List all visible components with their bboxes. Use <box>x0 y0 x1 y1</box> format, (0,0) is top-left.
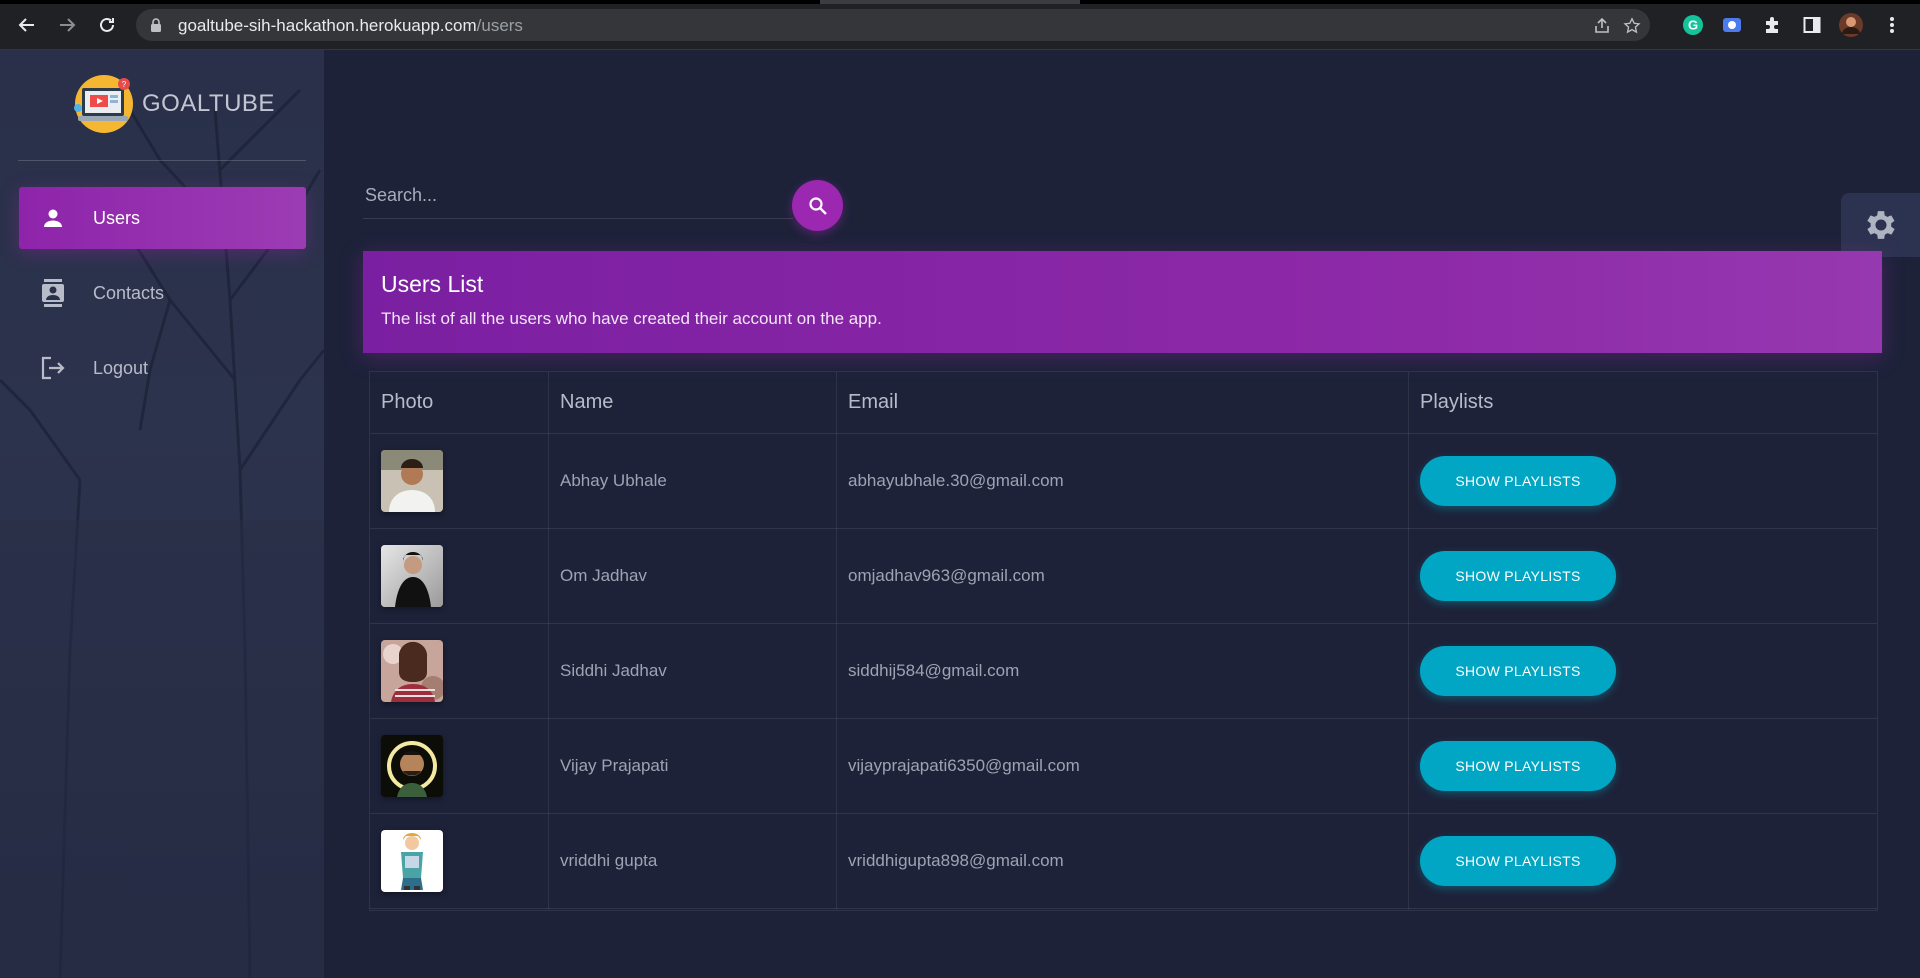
sidebar-divider <box>18 160 306 161</box>
sidebar: ? GOALTUBE Users Contacts Logout <box>0 50 324 978</box>
goaltube-logo-icon: ? <box>74 75 133 133</box>
user-name: Siddhi Jadhav <box>548 623 837 719</box>
person-icon <box>39 204 67 232</box>
show-playlists-button[interactable]: SHOW PLAYLISTS <box>1420 836 1616 886</box>
user-email: vijayprajapati6350@gmail.com <box>836 718 1409 814</box>
search-icon <box>808 196 827 215</box>
avatar <box>381 735 443 797</box>
sidebar-item-label: Contacts <box>93 282 165 303</box>
column-header-playlists: Playlists <box>1408 372 1877 434</box>
sidebar-item-users[interactable]: Users <box>19 187 306 249</box>
search-button[interactable] <box>792 180 843 231</box>
table-row: Abhay Ubhale abhayubhale.30@gmail.com SH… <box>370 433 1877 529</box>
avatar <box>381 545 443 607</box>
user-email: siddhij584@gmail.com <box>836 623 1409 719</box>
share-icon[interactable] <box>1592 16 1612 36</box>
search-field <box>363 172 793 219</box>
user-name: Om Jadhav <box>548 528 837 624</box>
user-email: abhayubhale.30@gmail.com <box>836 433 1409 529</box>
avatar <box>381 830 443 892</box>
show-playlists-button[interactable]: SHOW PLAYLISTS <box>1420 456 1616 506</box>
column-header-name: Name <box>548 372 837 434</box>
contacts-icon <box>39 279 67 307</box>
table-row: Vijay Prajapati vijayprajapati6350@gmail… <box>370 718 1877 814</box>
address-bar[interactable]: goaltube-sih-hackathon.herokuapp.com/use… <box>136 9 1650 41</box>
show-playlists-button[interactable]: SHOW PLAYLISTS <box>1420 646 1616 696</box>
brand[interactable]: ? GOALTUBE <box>72 72 275 136</box>
screen-capture-icon[interactable] <box>1720 13 1744 37</box>
users-list-header: Users List The list of all the users who… <box>363 251 1882 353</box>
extensions-puzzle-icon[interactable] <box>1760 13 1784 37</box>
avatar <box>381 450 443 512</box>
sidebar-item-logout[interactable]: Logout <box>19 337 306 399</box>
browser-toolbar: goaltube-sih-hackathon.herokuapp.com/use… <box>0 0 1920 50</box>
page-subtitle: The list of all the users who have creat… <box>381 309 882 328</box>
chrome-menu-icon[interactable] <box>1880 13 1904 37</box>
column-header-email: Email <box>836 372 1409 434</box>
logout-icon <box>39 354 67 382</box>
table-row: vriddhi gupta vriddhigupta898@gmail.com … <box>370 813 1877 909</box>
avatar <box>381 640 443 702</box>
bookmark-star-icon[interactable] <box>1622 16 1642 36</box>
column-header-photo: Photo <box>370 372 549 434</box>
user-name: Vijay Prajapati <box>548 718 837 814</box>
side-panel-icon[interactable] <box>1800 13 1824 37</box>
svg-text:?: ? <box>122 80 127 89</box>
table-row: Siddhi Jadhav siddhij584@gmail.com SHOW … <box>370 623 1877 719</box>
url-path: /users <box>476 16 523 35</box>
sidebar-item-label: Users <box>93 207 141 228</box>
grammarly-icon[interactable]: G <box>1681 13 1705 37</box>
tab-strip <box>0 0 1920 4</box>
profile-avatar-icon[interactable] <box>1839 13 1863 37</box>
user-name: Abhay Ubhale <box>548 433 837 529</box>
forward-icon[interactable] <box>52 10 82 40</box>
user-name: vriddhi gupta <box>548 813 837 909</box>
url-text: goaltube-sih-hackathon.herokuapp.com/use… <box>178 16 523 36</box>
user-email: omjadhav963@gmail.com <box>836 528 1409 624</box>
settings-toggle[interactable] <box>1841 193 1920 257</box>
page-title: Users List <box>381 271 484 297</box>
back-icon[interactable] <box>12 10 42 40</box>
show-playlists-button[interactable]: SHOW PLAYLISTS <box>1420 741 1616 791</box>
show-playlists-button[interactable]: SHOW PLAYLISTS <box>1420 551 1616 601</box>
search-input[interactable] <box>363 172 787 218</box>
table-header-row: Photo Name Email Playlists <box>370 372 1877 434</box>
sidebar-item-label: Logout <box>93 357 149 378</box>
svg-text:G: G <box>1688 18 1698 33</box>
user-email: vriddhigupta898@gmail.com <box>836 813 1409 909</box>
sidebar-item-contacts[interactable]: Contacts <box>19 262 306 324</box>
lock-icon <box>150 18 162 37</box>
brand-name: GOALTUBE <box>142 90 275 117</box>
users-table: Photo Name Email Playlists Abhay Ubhale … <box>369 371 1878 911</box>
gear-icon <box>1866 211 1895 239</box>
reload-icon[interactable] <box>92 10 122 40</box>
table-row: Om Jadhav omjadhav963@gmail.com SHOW PLA… <box>370 528 1877 624</box>
url-host: goaltube-sih-hackathon.herokuapp.com <box>178 16 477 35</box>
